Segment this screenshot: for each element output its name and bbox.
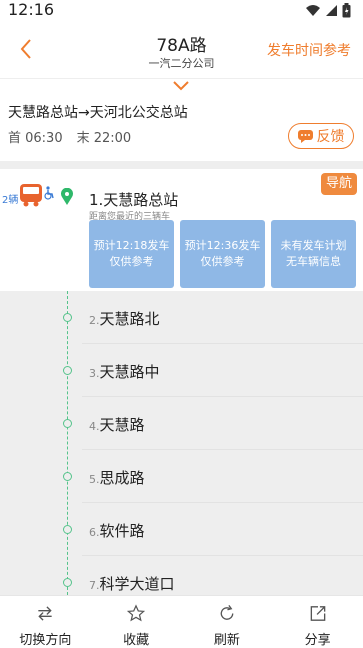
stop-label: 2. 天慧路北	[89, 308, 160, 329]
stop-label: 6. 软件路	[89, 520, 145, 541]
stop-index: 4.	[89, 420, 100, 433]
navigation-button[interactable]: 导航	[321, 173, 357, 195]
stop-name: 软件路	[99, 522, 145, 540]
stop-row[interactable]: 7. 科学大道口	[0, 556, 363, 595]
first-bus-time: 首 06:30	[8, 131, 63, 146]
eta-line1: 预计12:18发车	[93, 239, 170, 252]
stop-dot	[63, 313, 72, 322]
stop-label: 5. 思成路	[89, 467, 145, 488]
eta-line1: 未有发车计划	[280, 239, 347, 252]
stop-index: 6.	[89, 526, 100, 539]
location-pin-icon	[61, 188, 73, 205]
status-time: 12:16	[8, 0, 55, 19]
stop-dot	[63, 419, 72, 428]
route-direction: 天慧路总站→天河北公交总站	[8, 105, 188, 121]
section-gap	[0, 161, 363, 169]
eta-card[interactable]: 未有发车计划 无车辆信息	[271, 220, 356, 288]
share-icon	[310, 606, 325, 621]
bus-icon	[20, 184, 42, 207]
stop-dot	[63, 472, 72, 481]
eta-line2: 仅供参考	[109, 255, 154, 268]
stop-dot	[63, 578, 72, 587]
stop-list[interactable]: 2. 天慧路北 3. 天慧路中 4. 天慧路 5. 思成路 6. 软件路 7. …	[0, 291, 363, 595]
stop-dot	[63, 525, 72, 534]
status-icons	[305, 3, 351, 18]
current-stop-name[interactable]: 1.天慧路总站	[89, 189, 178, 210]
stop-index: 3.	[89, 367, 100, 380]
tab-label: 分享	[304, 633, 331, 648]
stop-label: 4. 天慧路	[89, 414, 145, 435]
current-stop-block: 2辆 导航 1.天慧路总站 距离您最近的三辆车 预计12:18发车 仅供参考 预…	[0, 169, 363, 291]
stop-index: 7.	[89, 579, 100, 592]
service-hours: 首 06:30 末 22:00	[8, 127, 131, 146]
stop-row[interactable]: 5. 思成路	[0, 450, 363, 503]
stop-row[interactable]: 4. 天慧路	[0, 397, 363, 450]
feedback-button[interactable]: 反馈	[288, 123, 354, 149]
stop-dot	[63, 366, 72, 375]
route-info: 天慧路总站→天河北公交总站 首 06:30 末 22:00 反馈	[0, 92, 363, 160]
stop-index: 5.	[89, 473, 100, 486]
stop-name: 天慧路北	[99, 310, 160, 328]
switch-direction-icon	[38, 606, 53, 621]
nav-divider	[0, 78, 363, 79]
stop-name: 天慧路中	[99, 363, 160, 381]
bus-count: 2辆	[2, 195, 19, 206]
stop-label: 3. 天慧路中	[89, 361, 160, 382]
stop-index: 2.	[89, 314, 100, 327]
refresh-icon	[220, 605, 234, 620]
switch-direction-button[interactable]: 切换方向	[0, 596, 91, 648]
wifi-icon	[306, 5, 320, 16]
stop-name: 思成路	[99, 469, 145, 487]
favorite-button[interactable]: 收藏	[91, 596, 182, 648]
battery-icon	[342, 3, 351, 18]
wheelchair-icon	[44, 186, 54, 200]
bottom-toolbar: 切换方向 收藏 刷新 分享	[0, 595, 363, 648]
stop-row[interactable]: 3. 天慧路中	[0, 344, 363, 397]
status-bar: 12:16	[0, 0, 363, 22]
refresh-button[interactable]: 刷新	[182, 596, 273, 648]
signal-icon	[326, 5, 337, 16]
stop-label: 7. 科学大道口	[89, 573, 175, 594]
star-icon	[127, 604, 146, 622]
eta-line1: 预计12:36发车	[184, 239, 261, 252]
eta-line2: 仅供参考	[200, 255, 245, 268]
eta-card[interactable]: 预计12:36发车 仅供参考	[180, 220, 265, 288]
eta-line2: 无车辆信息	[286, 255, 341, 268]
stop-row[interactable]: 6. 软件路	[0, 503, 363, 556]
stop-name: 天慧路	[99, 416, 145, 434]
tab-label: 刷新	[213, 633, 240, 648]
feedback-label: 反馈	[316, 129, 345, 145]
share-button[interactable]: 分享	[272, 596, 363, 648]
chat-icon	[297, 129, 313, 143]
stop-name: 科学大道口	[99, 575, 175, 593]
tab-label: 收藏	[123, 633, 150, 648]
last-bus-time: 末 22:00	[76, 131, 132, 146]
timetable-button[interactable]: 发车时间参考	[267, 40, 351, 60]
chevron-down-icon[interactable]	[172, 80, 190, 92]
eta-card[interactable]: 预计12:18发车 仅供参考	[89, 220, 174, 288]
stop-row[interactable]: 2. 天慧路北	[0, 291, 363, 344]
nav-bar: 78A路 一汽二分公司 发车时间参考	[0, 28, 363, 72]
tab-label: 切换方向	[19, 633, 72, 648]
